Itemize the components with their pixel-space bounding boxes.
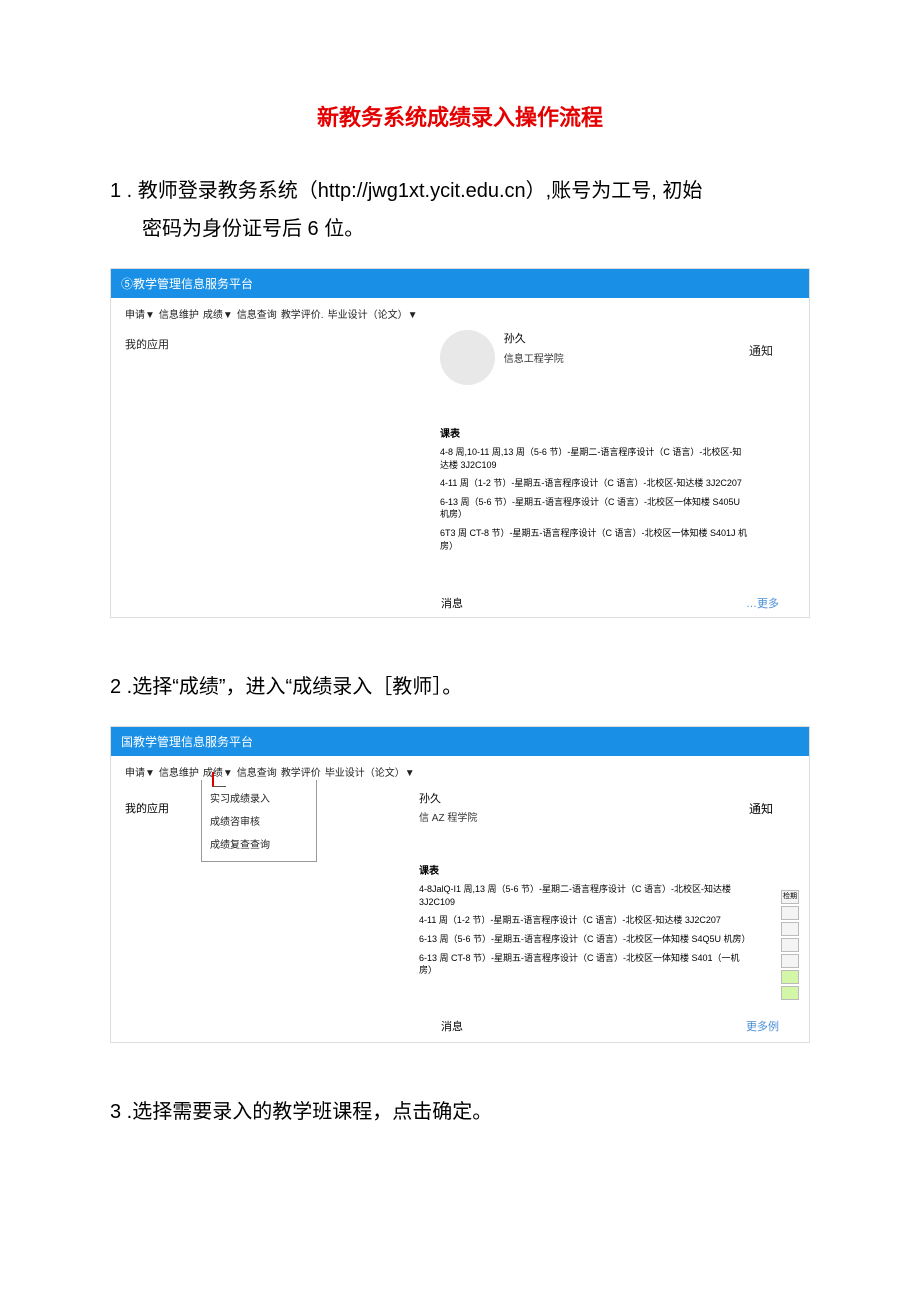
grades-dropdown: 实习成绩录入 成绩咨审核 成绩复查查询 bbox=[201, 780, 317, 862]
my-apps-label: 我的应用 bbox=[125, 324, 440, 558]
message-heading: 消息 bbox=[441, 1018, 463, 1034]
user-department: 信 AZ 程学院 bbox=[419, 809, 749, 824]
mini-calendar: 检期 bbox=[781, 890, 799, 1002]
menu-item-info-query[interactable]: 信息查询 bbox=[237, 764, 277, 779]
dropdown-item-recheck[interactable]: 成绩复查查询 bbox=[210, 832, 308, 855]
menu-item-thesis[interactable]: 毕业设计（论文）▼ bbox=[328, 306, 418, 321]
menu-item-info-query[interactable]: 信息查询 bbox=[237, 306, 277, 321]
more-link[interactable]: …更多 bbox=[746, 595, 779, 611]
schedule-row: 6-13 周（5-6 节）-星期五-语言程序设计（C 语言）-北校区一体知楼 S… bbox=[419, 933, 749, 946]
screenshot-1: ⑤教学管理信息服务平台 申请▼ 信息维护成绩▼ 信息查询教学评价. 毕业设计（论文）▼… bbox=[110, 268, 810, 618]
step-3: 3 .选择需要录入的教学班课程，点击确定。 bbox=[110, 1093, 810, 1131]
user-department: 信息工程学院 bbox=[504, 350, 564, 365]
step-1-line1: 1 . 教师登录教务系统（http://jwg1xt.ycit.edu.cn）,… bbox=[110, 180, 702, 202]
platform-header: ⑤教学管理信息服务平台 bbox=[111, 269, 809, 298]
calendar-cell bbox=[781, 938, 799, 952]
calendar-cell bbox=[781, 970, 799, 984]
menu-item-eval[interactable]: 教学评价. bbox=[281, 306, 324, 321]
user-name: 孙久 bbox=[504, 330, 564, 346]
step-1: 1 . 教师登录教务系统（http://jwg1xt.ycit.edu.cn）,… bbox=[110, 172, 810, 248]
highlight-mark bbox=[212, 772, 226, 787]
platform-header: 国教学管理信息服务平台 bbox=[111, 727, 809, 756]
screenshot-2: 国教学管理信息服务平台 申请▼信息维护成绩▼信息查询教学评价毕业设计（论文）▼ … bbox=[110, 726, 810, 1043]
menu-item-eval[interactable]: 教学评价 bbox=[281, 764, 321, 779]
step-1-line2: 密码为身份证号后 6 位。 bbox=[110, 210, 810, 248]
schedule-heading: 课表 bbox=[440, 425, 749, 440]
schedule-row: 4-11 周（1-2 节）-星期五-语言程序设计（C 语言）-北校区-知达楼 3… bbox=[440, 477, 749, 490]
user-name: 孙久 bbox=[419, 790, 749, 806]
menu-item-info-maint[interactable]: 信息维护 bbox=[159, 306, 199, 321]
menu-item-apply[interactable]: 申请▼ bbox=[125, 764, 155, 779]
schedule-row: 4-8JalQ-I1 周,13 周（5-6 节）-星期二-语言程序设计（C 语言… bbox=[419, 883, 749, 908]
schedule-row: 6-13 周（5-6 节）-星期五-语言程序设计（C 语言）-北校区一体知楼 S… bbox=[440, 496, 749, 521]
message-heading: 消息 bbox=[441, 595, 463, 611]
menu-item-apply[interactable]: 申请▼ bbox=[125, 306, 155, 321]
calendar-cell bbox=[781, 986, 799, 1000]
my-apps-label: 我的应用 bbox=[125, 782, 201, 983]
schedule-heading: 课表 bbox=[419, 862, 749, 877]
schedule-row: 4-8 周,10-11 周,13 周（5-6 节）-星期二-语言程序设计（C 语… bbox=[440, 446, 749, 471]
schedule-row: 4-11 周（1-2 节）-星期五-语言程序设计（C 语言）-北校区-知达楼 3… bbox=[419, 914, 749, 927]
schedule-row: 6-13 周 CT-8 节）-星期五-语言程序设计（C 语言）-北校区一体知楼 … bbox=[419, 952, 749, 977]
dropdown-item-practice-entry[interactable]: 实习成绩录入 bbox=[210, 786, 308, 809]
more-link[interactable]: 更多例 bbox=[746, 1018, 779, 1034]
menu-item-thesis[interactable]: 毕业设计（论文）▼ bbox=[325, 764, 415, 779]
calendar-cell bbox=[781, 954, 799, 968]
calendar-cell: 检期 bbox=[781, 890, 799, 904]
step-2: 2 .选择“成绩”，进入“成绩录入［教师］。 bbox=[110, 668, 810, 706]
calendar-cell bbox=[781, 922, 799, 936]
top-menu: 申请▼ 信息维护成绩▼ 信息查询教学评价. 毕业设计（论文）▼ bbox=[111, 298, 809, 324]
menu-item-grades[interactable]: 成绩▼ bbox=[203, 306, 233, 321]
notice-heading: 通知 bbox=[749, 324, 799, 558]
schedule-row: 6T3 周 CT-8 节）-星期五-语言程序设计（C 语言）-北校区一体知楼 S… bbox=[440, 527, 749, 552]
avatar bbox=[440, 330, 495, 385]
dropdown-item-audit[interactable]: 成绩咨审核 bbox=[210, 809, 308, 832]
calendar-cell bbox=[781, 906, 799, 920]
menu-item-info-maint[interactable]: 信息维护 bbox=[159, 764, 199, 779]
document-title: 新教务系统成绩录入操作流程 bbox=[110, 100, 810, 132]
